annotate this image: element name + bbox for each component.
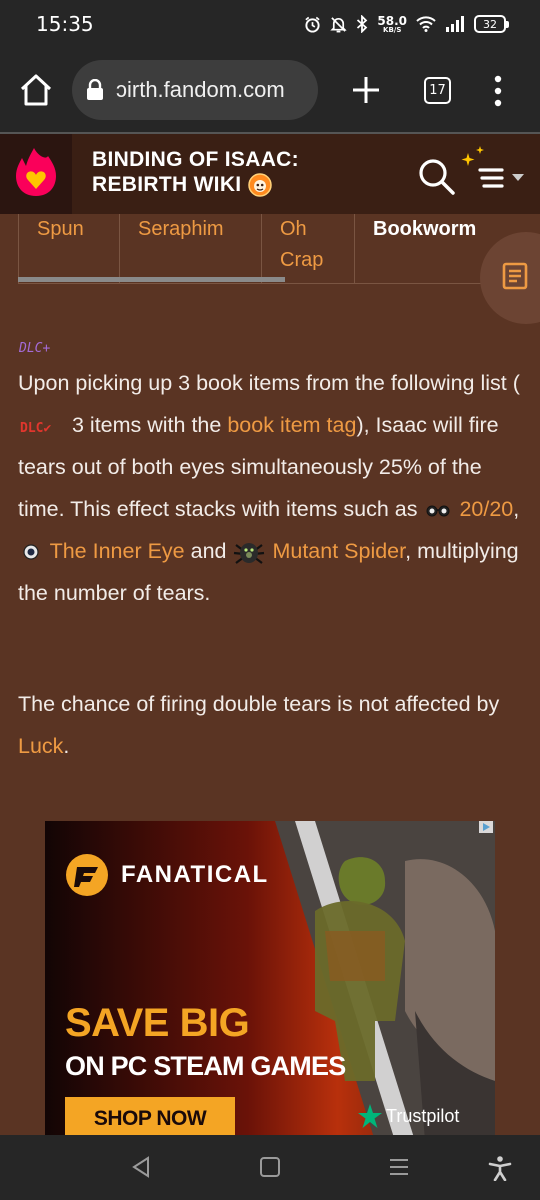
- wiki-header: BINDING OF ISAAC: REBIRTH WIKI: [0, 132, 540, 214]
- dlc-v-text: DLC✔: [20, 421, 51, 436]
- ad-choices-icon[interactable]: [479, 821, 493, 833]
- more-vert-icon[interactable]: [488, 74, 508, 108]
- trustpilot-label: Trustpilot: [386, 1105, 460, 1126]
- tabs-button[interactable]: 17: [424, 77, 451, 104]
- cell-link-spun[interactable]: Spun: [37, 218, 84, 240]
- wiki-title-line2: REBIRTH WIKI: [92, 173, 242, 196]
- table-cell-oh-crap[interactable]: Oh Crap: [262, 214, 355, 284]
- battery-icon: 32: [474, 15, 509, 33]
- fanatical-wordmark: FANATICAL: [121, 861, 269, 888]
- status-icons: 58.0 KB/S 32: [304, 10, 509, 38]
- link-tag[interactable]: tag: [327, 413, 357, 437]
- advertisement-banner[interactable]: FANATICAL SAVE BIG ON PC STEAM GAMES SHO…: [45, 821, 495, 1135]
- p1-text-a: Upon picking up 3 book items from the fo…: [18, 371, 520, 395]
- p1-text-e: and: [184, 539, 233, 563]
- link-item[interactable]: item: [280, 413, 321, 437]
- table-cell-seraphim[interactable]: Seraphim: [120, 214, 262, 284]
- cell-link-oh[interactable]: Oh: [280, 214, 354, 245]
- search-icon[interactable]: [416, 156, 456, 196]
- p2-text-b: .: [63, 734, 70, 758]
- wiki-title-line1: BINDING OF ISAAC:: [92, 148, 299, 171]
- p1-text-b: 3 items with the: [71, 413, 228, 437]
- wiki-title-line2-row: REBIRTH WIKI: [92, 172, 299, 198]
- recents-icon[interactable]: [388, 1155, 410, 1179]
- link-luck[interactable]: Luck: [18, 734, 63, 758]
- url-bar[interactable]: ɔirth.fandom.com: [72, 60, 318, 120]
- signal-icon: [446, 16, 464, 32]
- glasses-icon: [426, 505, 450, 517]
- fanatical-logo-icon: [66, 854, 108, 896]
- ad-headline: SAVE BIG: [65, 1001, 250, 1045]
- menu-icon[interactable]: [458, 144, 530, 194]
- cell-text-bookworm: Bookworm: [373, 218, 477, 240]
- alarm-icon: [305, 16, 321, 33]
- list-document-icon: [502, 262, 528, 290]
- battery-level: 32: [483, 17, 497, 31]
- net-speed: 58.0 KB/S: [377, 15, 407, 34]
- back-icon[interactable]: [130, 1155, 152, 1179]
- fandom-flame-icon: [16, 148, 56, 196]
- link-the-inner-eye[interactable]: The Inner Eye: [50, 539, 185, 563]
- dlc-v-badge: DLC✔: [20, 421, 51, 436]
- net-speed-value: 58.0: [377, 13, 407, 28]
- shop-now-button[interactable]: SHOP NOW: [65, 1097, 235, 1135]
- browser-toolbar: ɔirth.fandom.com 17: [0, 48, 540, 132]
- wiki-badge-icon: [248, 173, 273, 197]
- article-content: Spun Seraphim Oh Crap Bookworm DLC+ Upon…: [0, 214, 540, 1135]
- p1-text-d: ,: [513, 497, 520, 521]
- tab-count: 17: [429, 83, 446, 98]
- p2-text-a: The chance of firing double tears is not…: [18, 692, 500, 716]
- system-nav-bar: [0, 1135, 540, 1200]
- link-book[interactable]: book: [227, 413, 274, 437]
- fanatical-brand: FANATICAL: [65, 853, 269, 897]
- clock: 15:35: [36, 12, 94, 36]
- wiki-title[interactable]: BINDING OF ISAAC: REBIRTH WIKI: [92, 148, 299, 198]
- trustpilot-badge: Trustpilot: [357, 1103, 459, 1129]
- home-square-icon[interactable]: [259, 1155, 281, 1179]
- table-cell-spun[interactable]: Spun: [19, 214, 120, 284]
- link-mutant-spider[interactable]: Mutant Spider: [272, 539, 405, 563]
- paragraph-1: Upon picking up 3 book items from the fo…: [18, 362, 522, 614]
- bluetooth-icon: [357, 15, 368, 33]
- items-table-row: Spun Seraphim Oh Crap Bookworm: [18, 214, 504, 284]
- link-20-20[interactable]: 20/20: [459, 497, 513, 521]
- new-tab-plus-icon[interactable]: [350, 74, 382, 106]
- wifi-icon: [416, 16, 436, 32]
- cell-link-seraphim[interactable]: Seraphim: [138, 218, 224, 240]
- status-bar: 15:35 58.0 KB/S 32: [0, 0, 540, 48]
- net-speed-unit: KB/S: [383, 25, 402, 34]
- table-scrollbar[interactable]: [18, 277, 285, 282]
- accessibility-icon[interactable]: [488, 1155, 512, 1181]
- paragraph-2: The chance of firing double tears is not…: [18, 683, 522, 767]
- home-icon[interactable]: [18, 72, 54, 108]
- fandom-logo[interactable]: [0, 134, 72, 214]
- mutant-spider-icon: [234, 543, 265, 565]
- bell-off-icon: [330, 16, 348, 32]
- trustpilot-star-icon: [358, 1104, 382, 1128]
- url-text: ɔirth.fandom.com: [116, 77, 285, 102]
- ad-subheadline: ON PC STEAM GAMES: [65, 1051, 346, 1081]
- dlc-plus-badge: DLC+: [18, 341, 50, 356]
- lock-icon: [87, 79, 103, 100]
- dlc-plus-text: DLC+: [18, 341, 50, 356]
- cell-link-crap[interactable]: Crap: [280, 245, 354, 276]
- inner-eye-icon: [23, 544, 39, 560]
